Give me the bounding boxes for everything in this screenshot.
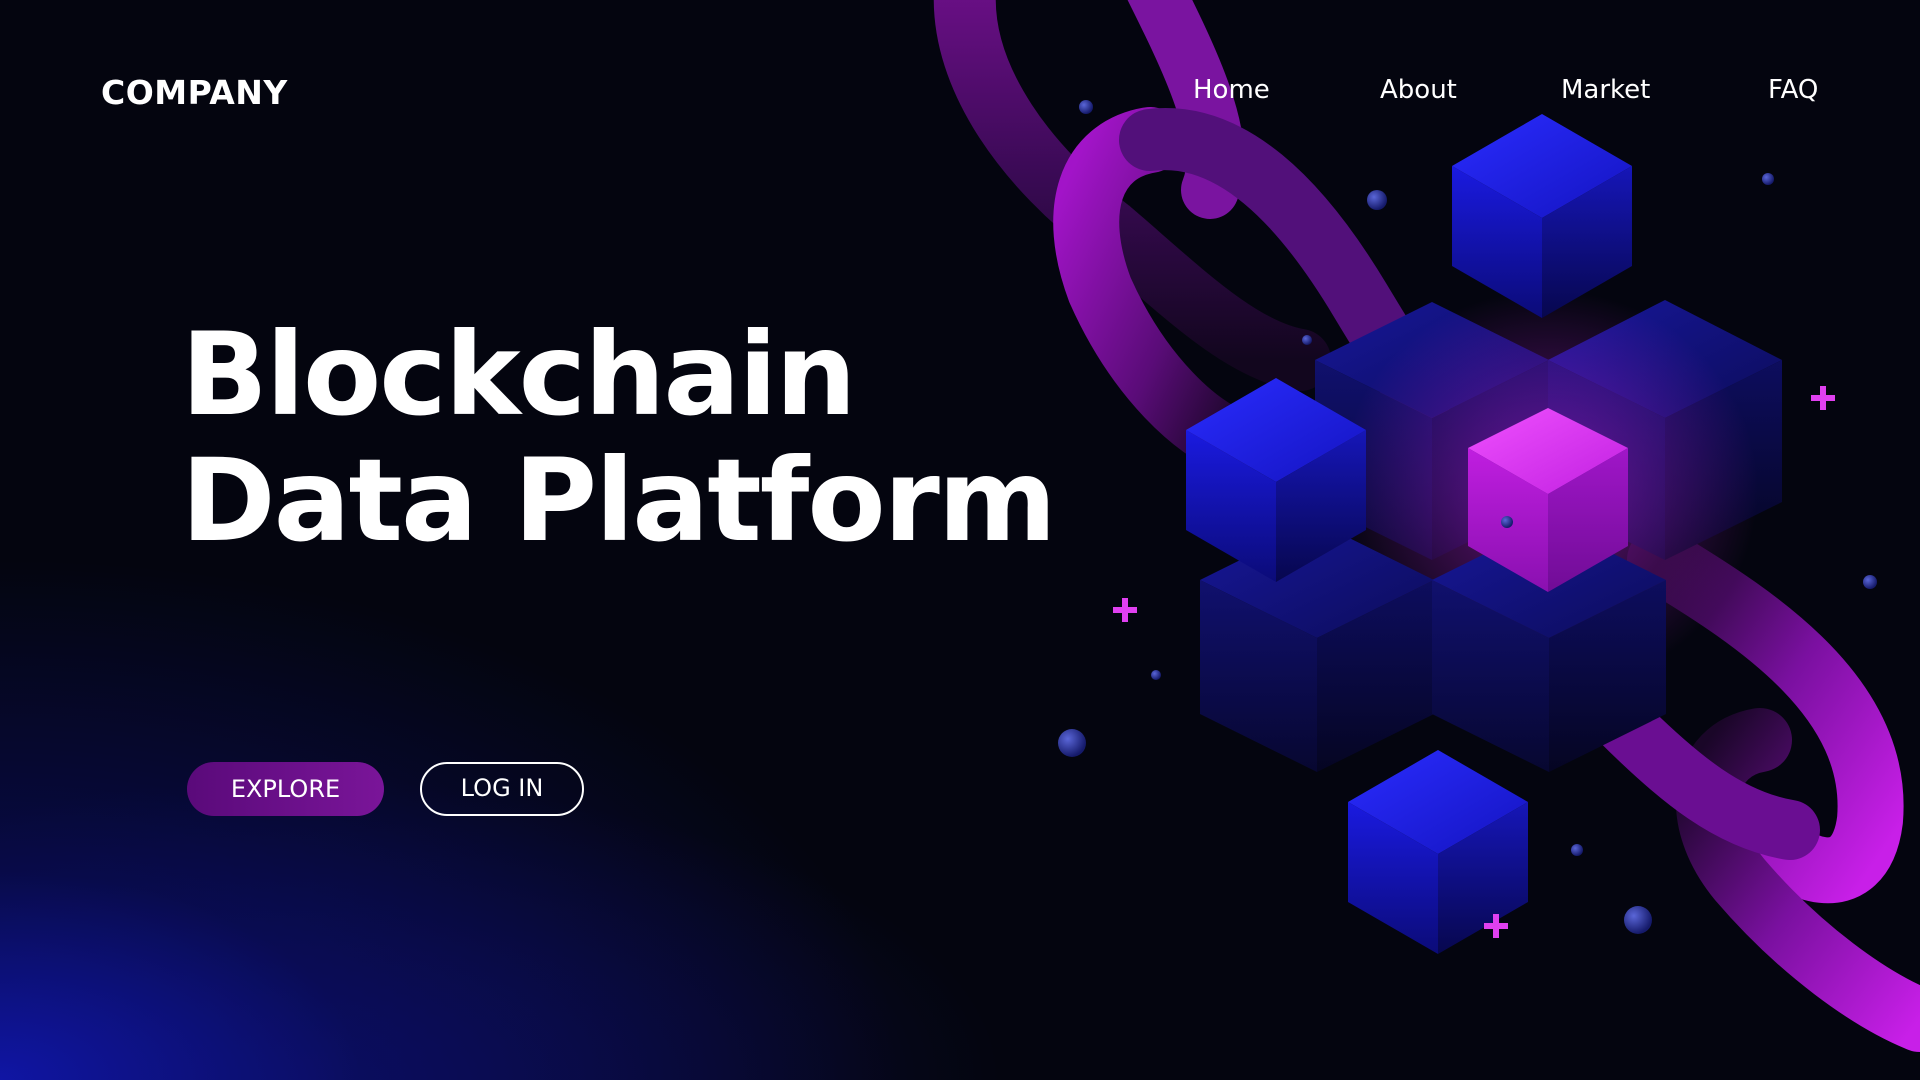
login-button[interactable]: LOG IN: [420, 762, 584, 816]
main-nav: Home About Market FAQ: [0, 72, 1920, 110]
nav-link-about[interactable]: About: [1380, 72, 1457, 108]
cube-top-blue: [1452, 114, 1632, 318]
hero-title-line-1: Blockchain: [181, 308, 857, 441]
explore-button[interactable]: EXPLORE: [187, 762, 384, 816]
nav-link-market[interactable]: Market: [1561, 72, 1650, 108]
hero-title-line-2: Data Platform: [181, 434, 1057, 567]
nav-link-home[interactable]: Home: [1193, 72, 1270, 108]
hero-title: Blockchain Data Platform: [181, 308, 1057, 567]
nav-link-faq[interactable]: FAQ: [1768, 72, 1818, 108]
